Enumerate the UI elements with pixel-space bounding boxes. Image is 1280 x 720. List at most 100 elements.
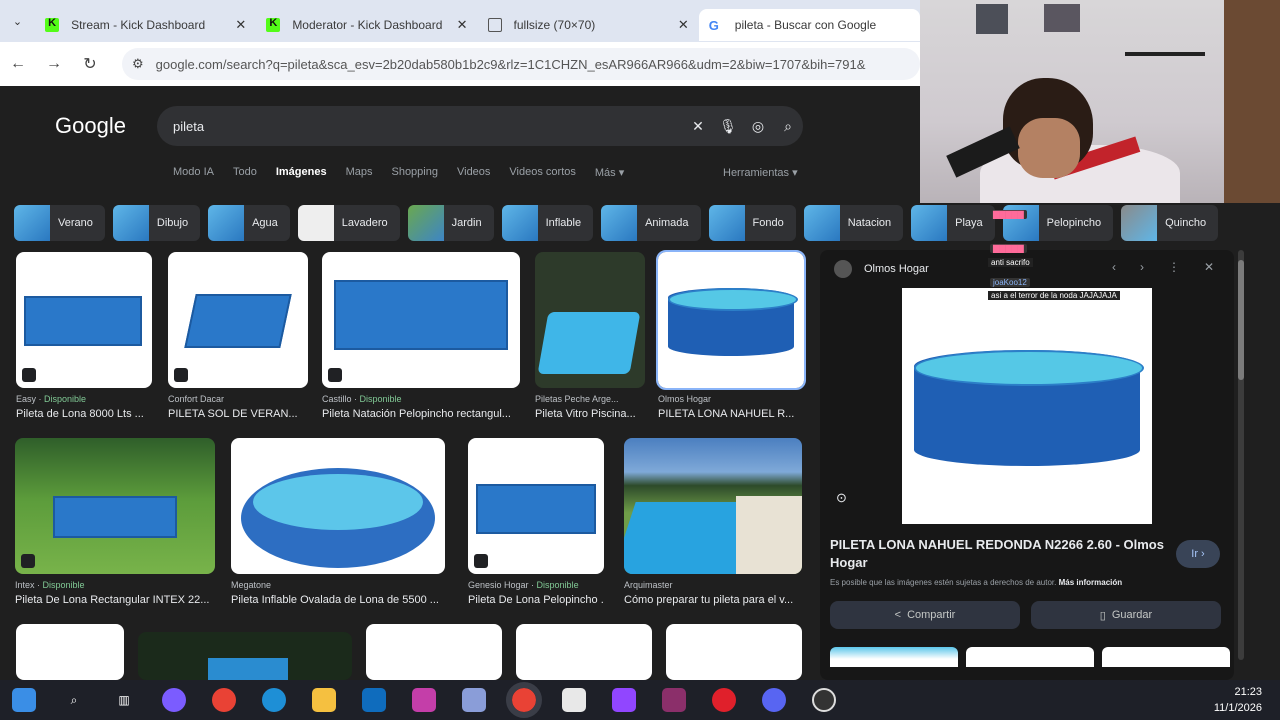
tab-todo[interactable]: Todo: [233, 166, 257, 179]
tab-videos-cortos[interactable]: Videos cortos: [509, 166, 575, 179]
preview-title[interactable]: PILETA LONA NAHUEL REDONDA N2266 2.60 - …: [830, 536, 1170, 572]
result-image[interactable]: [666, 624, 802, 680]
search-icon[interactable]: ⌕: [62, 688, 86, 712]
page-scrollbar[interactable]: [1238, 250, 1244, 660]
result-image[interactable]: [366, 624, 502, 680]
result-image[interactable]: [16, 624, 124, 680]
result-card[interactable]: [366, 624, 502, 680]
tab-fullsize[interactable]: fullsize (70×70) ✕: [478, 9, 699, 41]
visit-button[interactable]: Ir ›: [1176, 540, 1220, 568]
result-card[interactable]: Piletas Peche Arge... Pileta Vitro Pisci…: [535, 252, 645, 424]
lens-icon[interactable]: ◎: [743, 118, 773, 135]
related-thumbnail[interactable]: [1102, 647, 1230, 667]
result-image[interactable]: [168, 252, 308, 388]
share-button[interactable]: < Compartir: [830, 601, 1020, 629]
result-card[interactable]: [16, 624, 124, 680]
chrome-icon[interactable]: [212, 688, 236, 712]
chip-dibujo[interactable]: Dibujo: [112, 204, 201, 241]
result-caption[interactable]: Pileta Vitro Piscina...: [535, 408, 645, 420]
chip-animada[interactable]: Animada: [601, 204, 701, 241]
result-card[interactable]: Arquimaster Cómo preparar tu pileta para…: [624, 438, 802, 608]
file-explorer-icon[interactable]: [312, 688, 336, 712]
result-card[interactable]: Megatone Pileta Inflable Ovalada de Lona…: [231, 438, 445, 608]
tab-modo-ia[interactable]: Modo IA: [173, 166, 214, 179]
result-card[interactable]: Genesio Hogar · Disponible Pileta De Lon…: [468, 438, 604, 608]
clear-icon[interactable]: ✕: [683, 118, 713, 135]
result-caption[interactable]: Pileta de Lona 8000 Lts ...: [16, 408, 152, 420]
result-card[interactable]: [666, 624, 802, 680]
result-caption[interactable]: PILETA SOL DE VERAN...: [168, 408, 308, 420]
tab-google-search[interactable]: G pileta - Buscar con Google: [698, 9, 921, 41]
search-input[interactable]: pileta: [173, 119, 683, 134]
microphone-icon[interactable]: 🎙: [713, 118, 743, 135]
result-caption[interactable]: Pileta Inflable Ovalada de Lona de 5500 …: [231, 594, 445, 606]
task-view-icon[interactable]: ▥: [112, 688, 136, 712]
tab-imagenes[interactable]: Imágenes: [276, 166, 327, 179]
result-image[interactable]: [535, 252, 645, 388]
result-image[interactable]: [468, 438, 604, 574]
tab-maps[interactable]: Maps: [346, 166, 373, 179]
chip-inflable[interactable]: Inflable: [501, 204, 594, 241]
tools-button[interactable]: Herramientas ▾: [723, 166, 798, 179]
related-thumbnail[interactable]: [966, 647, 1094, 667]
chip-natacion[interactable]: Natacion: [803, 204, 904, 241]
system-clock[interactable]: 21:23 11/1/2026: [1214, 684, 1262, 716]
site-settings-icon[interactable]: ⚙: [132, 56, 144, 72]
result-image[interactable]: [322, 252, 520, 388]
result-image[interactable]: [16, 252, 152, 388]
result-image[interactable]: [15, 438, 215, 574]
winrar-icon[interactable]: [662, 688, 686, 712]
related-thumbnail[interactable]: [830, 647, 958, 667]
save-button[interactable]: ▯ Guardar: [1031, 601, 1221, 629]
opera-icon[interactable]: [712, 688, 736, 712]
back-icon[interactable]: ←: [0, 55, 36, 73]
tab-search-button[interactable]: ⌄: [0, 0, 35, 42]
result-card[interactable]: Easy · Disponible Pileta de Lona 8000 Lt…: [16, 252, 152, 424]
search-icon[interactable]: ⌕: [773, 118, 803, 135]
discord-icon[interactable]: [762, 688, 786, 712]
result-caption[interactable]: Cómo preparar tu pileta para el v...: [624, 594, 802, 606]
chip-jardin[interactable]: Jardin: [407, 204, 494, 241]
tab-moderator-dashboard[interactable]: Moderator - Kick Dashboard ✕: [256, 9, 477, 41]
url-field[interactable]: ⚙ google.com/search?q=pileta&sca_esv=2b2…: [122, 48, 920, 80]
tab-shopping[interactable]: Shopping: [391, 166, 438, 179]
google-logo[interactable]: Google: [55, 113, 126, 139]
close-icon[interactable]: ✕: [457, 17, 468, 33]
result-card-selected[interactable]: Olmos Hogar PILETA LONA NAHUEL R...: [656, 250, 806, 424]
close-icon[interactable]: ✕: [235, 17, 246, 33]
chip-playa[interactable]: Playa: [911, 204, 995, 241]
start-icon[interactable]: [12, 688, 36, 712]
result-image[interactable]: [656, 250, 806, 390]
result-image[interactable]: [624, 438, 802, 574]
preview-image[interactable]: [902, 288, 1152, 524]
result-caption[interactable]: PILETA LONA NAHUEL R...: [658, 408, 804, 420]
chip-verano[interactable]: Verano: [14, 204, 105, 241]
result-card[interactable]: Intex · Disponible Pileta De Lona Rectan…: [15, 438, 215, 608]
forward-icon[interactable]: →: [36, 55, 72, 73]
result-caption[interactable]: Pileta De Lona Pelopincho ...: [468, 594, 604, 606]
close-icon[interactable]: ✕: [1204, 260, 1214, 274]
reload-icon[interactable]: ↻: [72, 54, 108, 74]
lens-icon[interactable]: ⊙: [836, 490, 847, 506]
panel-source[interactable]: Olmos Hogar: [834, 260, 929, 278]
result-card[interactable]: Castillo · Disponible Pileta Natación Pe…: [322, 252, 520, 424]
app-icon[interactable]: [462, 688, 486, 712]
close-icon[interactable]: ✕: [678, 17, 689, 33]
result-caption[interactable]: Pileta Natación Pelopincho rectangul...: [322, 408, 520, 420]
result-card[interactable]: [516, 624, 652, 680]
more-icon[interactable]: ⋮: [1168, 260, 1180, 274]
ms-365-icon[interactable]: [412, 688, 436, 712]
search-box[interactable]: pileta ✕ 🎙 ◎ ⌕: [157, 106, 803, 146]
chip-agua[interactable]: Agua: [208, 204, 290, 241]
copilot-icon[interactable]: [162, 688, 186, 712]
chrome-active-icon[interactable]: [506, 682, 542, 718]
tab-mas[interactable]: Más ▾: [595, 166, 624, 179]
result-image[interactable]: [231, 438, 445, 574]
result-image[interactable]: [138, 632, 352, 680]
store-icon[interactable]: [562, 688, 586, 712]
result-image[interactable]: [516, 624, 652, 680]
more-info-link[interactable]: Más información: [1059, 578, 1123, 587]
result-caption[interactable]: Pileta De Lona Rectangular INTEX 22...: [15, 594, 215, 606]
obs-icon[interactable]: [812, 688, 836, 712]
chip-fondo[interactable]: Fondo: [708, 204, 796, 241]
